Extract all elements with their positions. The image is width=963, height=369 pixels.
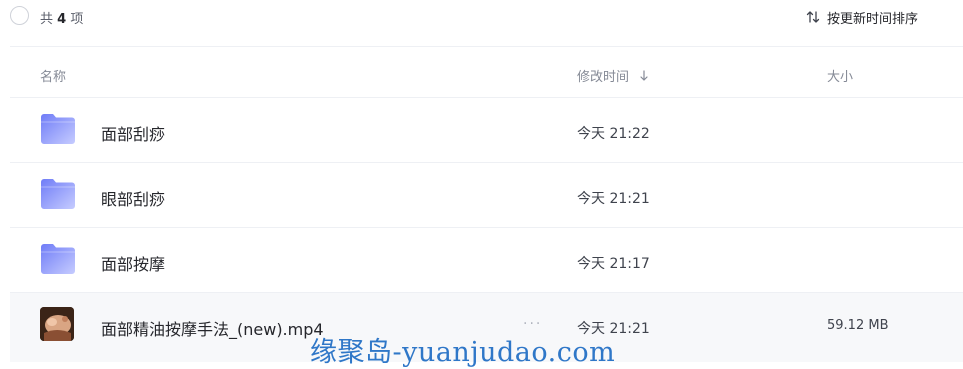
- item-count: 共 4 项: [40, 8, 83, 27]
- file-modified: 今天 21:21: [577, 191, 650, 207]
- file-size: 59.12 MB: [827, 318, 889, 333]
- file-name[interactable]: 面部刮痧: [101, 121, 165, 145]
- folder-icon: [41, 179, 75, 209]
- sort-arrows-icon: [806, 11, 820, 23]
- file-name[interactable]: 面部精油按摩手法_(new).mp4: [101, 316, 324, 340]
- sort-label: 按更新时间排序: [827, 11, 919, 27]
- count-value: 4: [57, 12, 67, 27]
- column-header-name[interactable]: 名称: [40, 66, 66, 85]
- file-modified: 今天 21:22: [577, 126, 650, 142]
- video-thumbnail: [40, 307, 74, 341]
- column-header-modified-label: 修改时间: [577, 70, 630, 85]
- table-row[interactable]: 面部按摩 今天 21:17: [10, 228, 963, 293]
- column-header-size[interactable]: 大小: [827, 66, 853, 85]
- folder-icon: [41, 244, 75, 274]
- arrow-down-icon: [640, 69, 648, 81]
- column-header-modified[interactable]: 修改时间: [577, 66, 649, 85]
- count-suffix: 项: [70, 12, 84, 27]
- file-modified: 今天 21:17: [577, 256, 650, 272]
- list-toolbar: 共 4 项 按更新时间排序: [0, 0, 963, 36]
- table-row[interactable]: 眼部刮痧 今天 21:21: [10, 163, 963, 228]
- count-prefix: 共: [40, 12, 54, 27]
- folder-icon: [41, 114, 75, 144]
- sort-toggle-button[interactable]: 按更新时间排序: [805, 7, 918, 27]
- file-name[interactable]: 眼部刮痧: [101, 186, 165, 210]
- table-header: 名称 修改时间 大小: [10, 47, 963, 97]
- table-row[interactable]: 面部刮痧 今天 21:22: [10, 98, 963, 163]
- file-name[interactable]: 面部按摩: [101, 251, 165, 275]
- select-all-checkbox[interactable]: [10, 6, 29, 25]
- watermark: 缘聚岛-yuanjudao.com: [310, 337, 616, 368]
